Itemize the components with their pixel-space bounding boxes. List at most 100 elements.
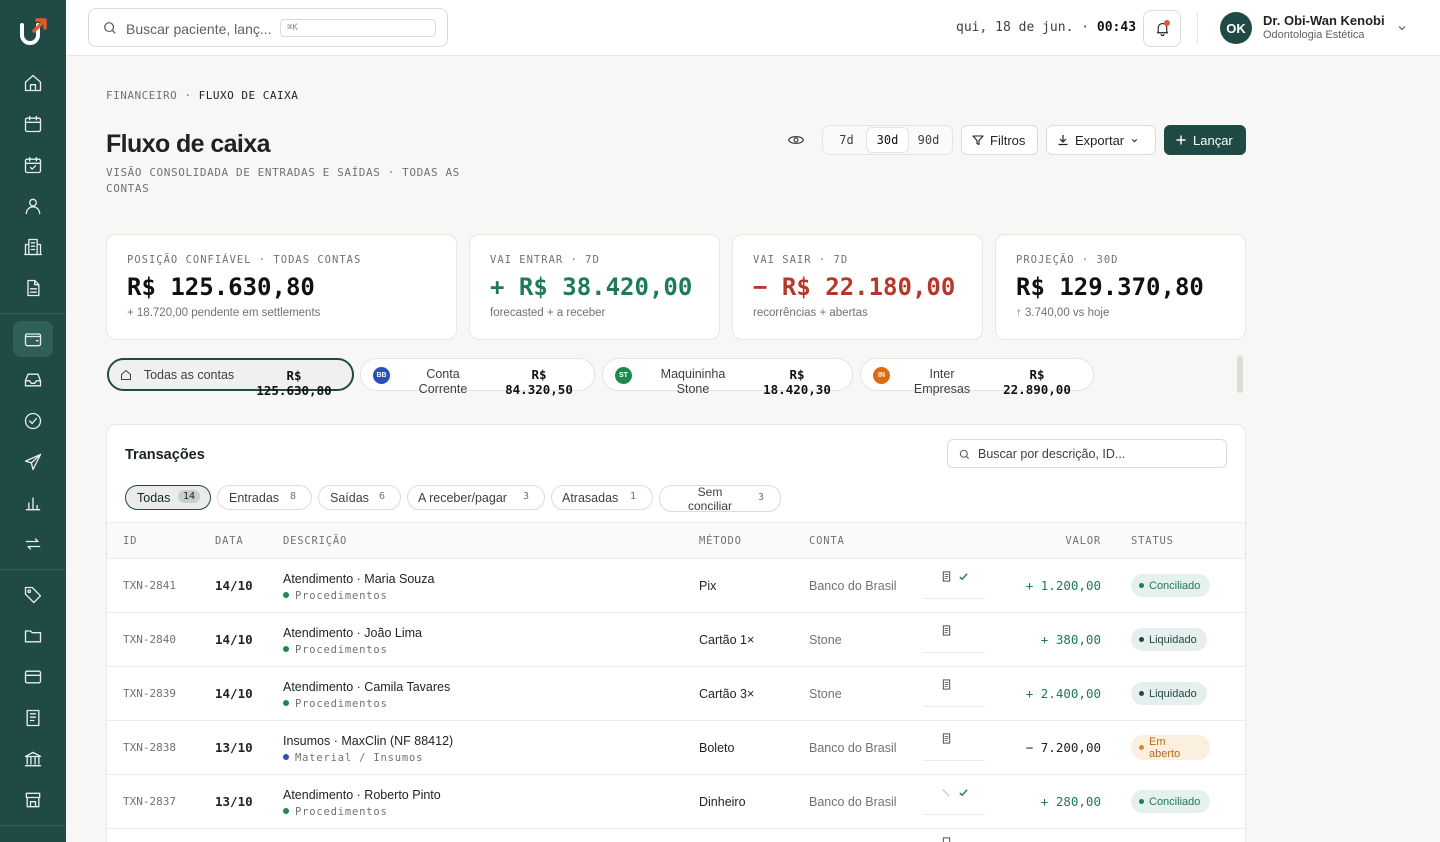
- nav-pacientes[interactable]: [13, 188, 53, 224]
- kpi-label: VAI ENTRAR · 7D: [490, 254, 600, 266]
- period-30d[interactable]: 30d: [867, 128, 908, 152]
- nav-bancos[interactable]: [13, 741, 53, 777]
- notifications-button[interactable]: [1143, 10, 1181, 47]
- account-chip-all[interactable]: Todas as contas R$ 125.630,80: [107, 358, 354, 398]
- transaction-method: Cartão 1×: [699, 633, 755, 647]
- table-row[interactable]: [107, 829, 1245, 842]
- filter-icon: [972, 135, 984, 146]
- table-row[interactable]: TXN-2841 14/10 Atendimento · Maria Souza…: [107, 559, 1245, 613]
- check-icon[interactable]: [958, 787, 969, 798]
- app-logo[interactable]: [17, 16, 49, 48]
- nav-recorrencias[interactable]: [13, 526, 53, 562]
- filter-tab-label: Atrasadas: [562, 491, 619, 505]
- nav-relatorios[interactable]: [13, 485, 53, 521]
- period-90d[interactable]: 90d: [908, 128, 949, 152]
- filter-tab-todas[interactable]: Todas 14: [125, 485, 211, 510]
- nav-inbox[interactable]: [13, 362, 53, 398]
- building-icon: [24, 238, 42, 256]
- nav-documentos[interactable]: [13, 270, 53, 306]
- transaction-value: + 2.400,00: [1025, 686, 1101, 701]
- period-7d[interactable]: 7d: [826, 128, 867, 152]
- column-header-description[interactable]: DESCRIÇÃO: [283, 535, 347, 547]
- nav-loja[interactable]: [13, 782, 53, 818]
- transaction-category: Material / Insumos: [283, 752, 423, 764]
- column-header-method[interactable]: MÉTODO: [699, 535, 742, 547]
- status-label: Liquidado: [1149, 633, 1197, 646]
- receipt-icon[interactable]: [941, 679, 952, 690]
- page-title: Fluxo de caixa: [106, 130, 270, 158]
- kpi-value: − R$ 22.180,00: [753, 273, 956, 301]
- chevron-down-icon[interactable]: [1396, 22, 1408, 34]
- account-chip-inter[interactable]: IN Inter Empresas R$ 22.890,00: [860, 358, 1094, 397]
- no-receipt-icon[interactable]: [941, 787, 952, 798]
- transaction-account: Banco do Brasil: [809, 795, 897, 809]
- table-row[interactable]: TXN-2837 13/10 Atendimento · Roberto Pin…: [107, 775, 1245, 829]
- status-badge: Liquidado: [1131, 682, 1207, 705]
- filter-tab-atrasadas[interactable]: Atrasadas 1: [551, 485, 653, 510]
- kpi-value: + R$ 38.420,00: [490, 273, 693, 301]
- period-selector: 7d 30d 90d: [822, 125, 953, 155]
- filters-button[interactable]: Filtros: [961, 125, 1038, 155]
- nav-tarefas[interactable]: [13, 403, 53, 439]
- nav-home[interactable]: [13, 65, 53, 101]
- check-icon[interactable]: [958, 571, 969, 582]
- receipt-icon[interactable]: [941, 625, 952, 636]
- filter-tab-label: Todas: [137, 491, 171, 505]
- add-transaction-button[interactable]: Lançar: [1164, 125, 1246, 155]
- table-row[interactable]: TXN-2840 14/10 Atendimento · João Lima P…: [107, 613, 1245, 667]
- nav-etiquetas[interactable]: [13, 577, 53, 613]
- nav-mensagens[interactable]: [13, 444, 53, 480]
- nav-agenda[interactable]: [13, 106, 53, 142]
- breadcrumb-parent[interactable]: FINANCEIRO: [106, 89, 177, 102]
- transactions-search-placeholder: Buscar por descrição, ID...: [978, 447, 1126, 461]
- nav-arquivos[interactable]: [13, 618, 53, 654]
- kpi-card-outgoing: VAI SAIR · 7D − R$ 22.180,00 recorrência…: [732, 234, 983, 340]
- eye-icon[interactable]: [786, 131, 806, 149]
- current-date: qui, 18 de jun. ·: [956, 20, 1090, 35]
- column-header-id[interactable]: ID: [123, 535, 137, 547]
- receipt-icon[interactable]: [941, 837, 952, 842]
- transaction-value: + 380,00: [1040, 632, 1101, 647]
- account-chip-stone[interactable]: ST Maquininha Stone R$ 18.420,30: [602, 358, 853, 397]
- column-header-account[interactable]: CONTA: [809, 535, 845, 547]
- export-button[interactable]: Exportar: [1046, 125, 1156, 155]
- nav-cartoes[interactable]: [13, 659, 53, 695]
- filter-tab-a-receber-pagar[interactable]: A receber/pagar 3: [407, 485, 545, 510]
- transaction-actions: [923, 829, 985, 842]
- nav-notas[interactable]: [13, 700, 53, 736]
- receipt-icon[interactable]: [941, 571, 952, 582]
- sidebar: [0, 0, 66, 842]
- filter-tab-saidas[interactable]: Saídas 6: [318, 485, 401, 510]
- tag-icon: [24, 586, 42, 604]
- bank-icon: [24, 751, 42, 767]
- avatar[interactable]: OK: [1220, 12, 1252, 44]
- transactions-search-input[interactable]: Buscar por descrição, ID...: [947, 439, 1227, 468]
- account-chip-bb[interactable]: BB Conta Corrente R$ 84.320,50: [360, 358, 595, 397]
- category-label: Procedimentos: [295, 698, 388, 710]
- search-icon: [104, 22, 116, 34]
- user-name[interactable]: Dr. Obi-Wan Kenobi: [1263, 13, 1385, 28]
- nav-consultas[interactable]: [13, 147, 53, 183]
- filter-tab-sem-conciliar[interactable]: Sem conciliar 3: [659, 485, 781, 513]
- account-balance: R$ 84.320,50: [505, 367, 573, 397]
- receipt-icon[interactable]: [941, 733, 952, 744]
- column-header-date[interactable]: DATA: [215, 535, 244, 547]
- nav-clinica[interactable]: [13, 229, 53, 265]
- status-badge: Liquidado: [1131, 628, 1207, 651]
- column-header-value[interactable]: VALOR: [1065, 535, 1101, 547]
- account-balance: R$ 18.420,30: [763, 367, 831, 397]
- transactions-title: Transações: [125, 447, 205, 463]
- global-search[interactable]: Buscar paciente, lanç... ⌘K: [88, 8, 448, 47]
- column-header-status[interactable]: STATUS: [1131, 535, 1174, 547]
- status-label: Em aberto: [1149, 735, 1181, 760]
- filter-tab-entradas[interactable]: Entradas 8: [217, 485, 312, 510]
- nav-financeiro[interactable]: [13, 321, 53, 357]
- chips-scrollbar[interactable]: [1237, 356, 1243, 393]
- status-badge: Conciliado: [1131, 574, 1211, 597]
- transaction-date: 14/10: [215, 632, 253, 647]
- table-row[interactable]: TXN-2839 14/10 Atendimento · Camila Tava…: [107, 667, 1245, 721]
- nav-divider: [0, 569, 66, 570]
- transaction-account: Stone: [809, 687, 842, 701]
- table-row[interactable]: TXN-2838 13/10 Insumos · MaxClin (NF 884…: [107, 721, 1245, 775]
- export-label: Exportar: [1075, 132, 1125, 148]
